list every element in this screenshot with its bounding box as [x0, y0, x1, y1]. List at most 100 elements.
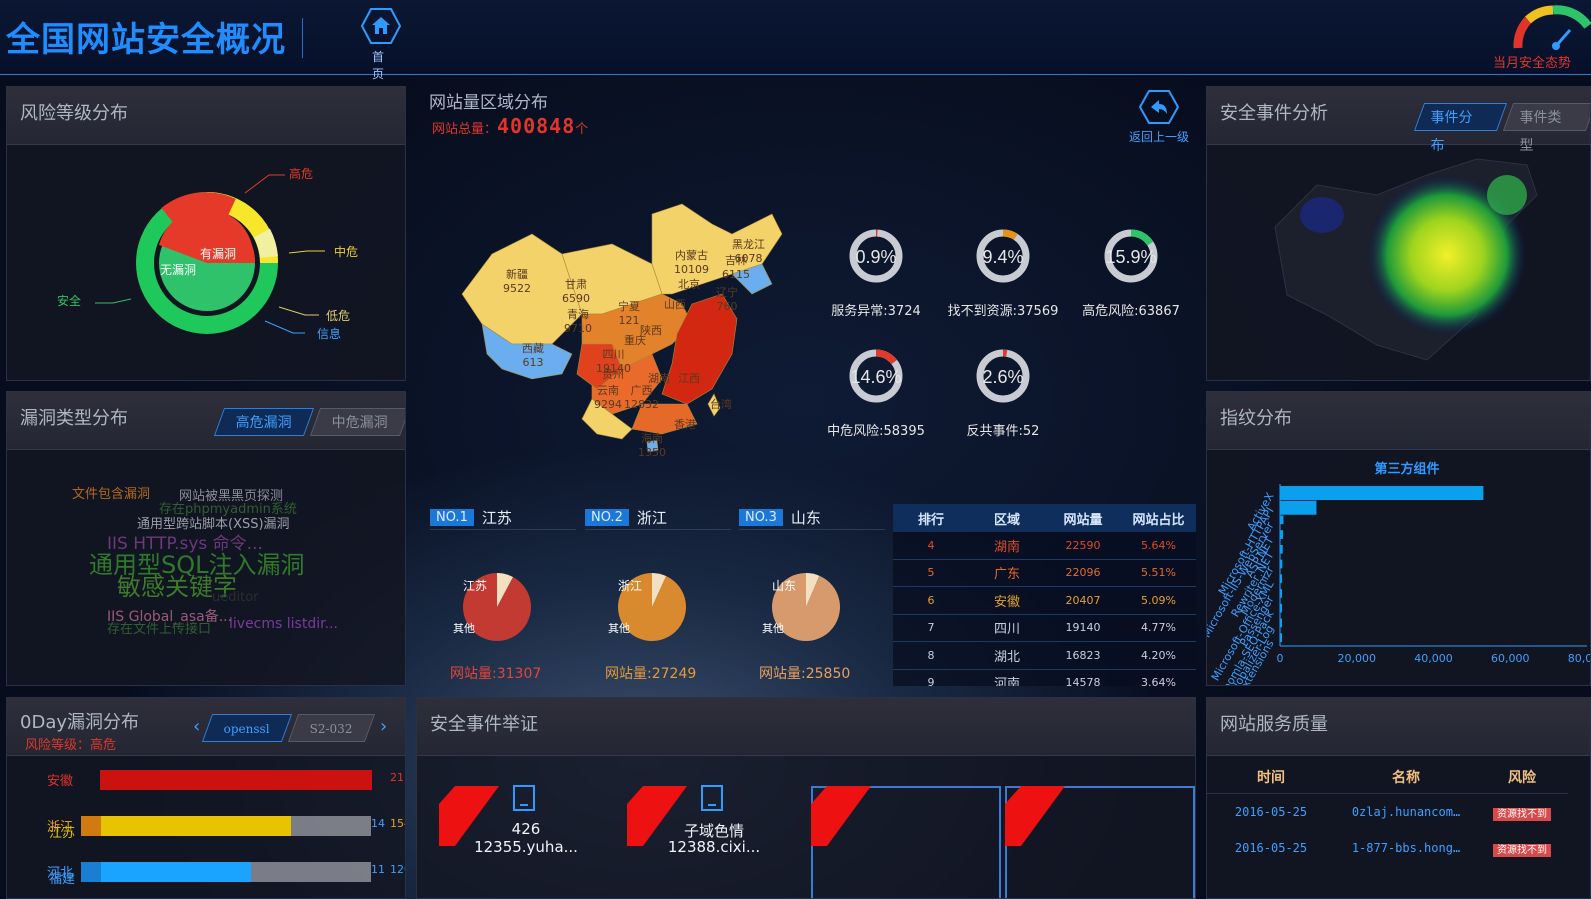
- bar[interactable]: [1280, 603, 1282, 613]
- stat-ring[interactable]: 2.6% 反共事件:52: [943, 344, 1063, 439]
- bar[interactable]: [1280, 486, 1484, 500]
- province-label[interactable]: 辽宁 760: [716, 286, 738, 314]
- tab-event-type[interactable]: 事件类型: [1502, 103, 1590, 154]
- ring-label: 服务异常:3724: [831, 304, 921, 319]
- province-label[interactable]: 西藏 613: [522, 342, 544, 370]
- province-name: 北京: [678, 278, 700, 291]
- tab-high-vuln[interactable]: 高危漏洞: [213, 408, 315, 436]
- label-mid: 中危: [334, 245, 359, 259]
- table-cell: 14578: [1065, 676, 1101, 686]
- table-row[interactable]: 2016-05-25 1-877-bbs.hong… 资源找不到: [1206, 830, 1568, 866]
- evidence-url[interactable]: 12355.yuha...: [461, 838, 591, 856]
- table-cell: 湖北: [993, 649, 1020, 665]
- ring-percent: 0.9%: [855, 247, 896, 267]
- table-row[interactable]: 5 广东 22096 5.51%: [893, 560, 1196, 587]
- bar[interactable]: [1280, 589, 1282, 598]
- province-label[interactable]: 海南 1350: [638, 432, 666, 460]
- gauge-label: 当月安全态势: [1493, 56, 1572, 71]
- province-label[interactable]: 吉林 6115: [722, 254, 750, 282]
- rank-header: NO.2 浙江: [585, 507, 667, 528]
- col-name: 名称: [1392, 769, 1420, 786]
- table-row[interactable]: 6 安徽 20407 5.09%: [893, 587, 1196, 615]
- panel-title: 安全事件分析: [1220, 103, 1328, 124]
- table-row[interactable]: 9 河南 14578 3.64%: [893, 670, 1196, 686]
- province-label[interactable]: 宁夏 121: [618, 300, 640, 328]
- table-cell: 4.20%: [1141, 648, 1176, 662]
- bar-value: 120: [390, 863, 405, 876]
- bar-value-2: 14: [371, 817, 385, 830]
- bar[interactable]: [1280, 574, 1282, 584]
- province-label[interactable]: 贵州: [602, 368, 624, 382]
- stat-ring[interactable]: 15.9% 高危风险:63867: [1071, 224, 1191, 319]
- province-label[interactable]: 云南 9294: [594, 384, 622, 412]
- province-label[interactable]: 甘肃 6590: [562, 278, 590, 306]
- province-label[interactable]: 新疆 9522: [503, 268, 531, 296]
- ring-label: 反共事件:52: [966, 424, 1040, 439]
- province-label[interactable]: 北京: [678, 278, 700, 292]
- province-label[interactable]: 江西: [678, 372, 700, 386]
- tab-s2-032[interactable]: S2-032: [287, 714, 375, 742]
- ring-label: 找不到资源:37569: [947, 304, 1059, 319]
- col-risk: 风险: [1508, 769, 1536, 786]
- label-high: 高危: [289, 167, 314, 181]
- bar-value: 21: [390, 771, 404, 784]
- province-name: 重庆: [624, 334, 646, 347]
- col-share: 网站占比: [1132, 512, 1185, 528]
- prev-arrow-icon[interactable]: ‹: [193, 716, 200, 737]
- province-label[interactable]: 湖南: [648, 372, 670, 386]
- province-label[interactable]: 广西 12832: [624, 384, 659, 412]
- tab-openssl[interactable]: openssl: [201, 714, 292, 742]
- province-label[interactable]: 重庆: [624, 334, 646, 348]
- map-title: 网站量区域分布: [429, 93, 548, 113]
- table-row[interactable]: 2016-05-25 0zlaj.hunancom… 资源找不到: [1206, 794, 1568, 830]
- bar[interactable]: [1280, 500, 1317, 515]
- table-row[interactable]: 8 湖北 16823 4.20%: [893, 642, 1196, 670]
- bar[interactable]: [1280, 559, 1283, 569]
- evidence-url[interactable]: 12388.cixi...: [649, 838, 779, 856]
- bar-value-2: 11: [371, 863, 385, 876]
- site-count: 网站量:25850: [759, 666, 851, 682]
- table-row[interactable]: 4 湖南 22590 5.64%: [893, 532, 1196, 560]
- tab-event-distribution[interactable]: 事件分布: [1413, 103, 1507, 154]
- province-label[interactable]: 内蒙古 10109: [674, 249, 709, 277]
- risk-badge: 资源找不到: [1493, 843, 1551, 857]
- panel-header: 指纹分布: [1207, 392, 1590, 450]
- pie-other-label: 其他: [762, 622, 784, 635]
- next-arrow-icon[interactable]: ›: [380, 716, 387, 737]
- stat-ring[interactable]: 9.4% 找不到资源:37569: [943, 224, 1063, 319]
- bar[interactable]: [1280, 544, 1283, 554]
- rank-badge: NO.1: [430, 509, 474, 526]
- event-tabs: 事件分布 事件类型: [1413, 103, 1590, 154]
- bar[interactable]: [1280, 515, 1284, 525]
- province-label[interactable]: 台湾: [710, 398, 732, 412]
- rank-badge: NO.3: [739, 509, 783, 526]
- province-label[interactable]: 山西: [664, 298, 686, 312]
- word-cloud-term[interactable]: livecms listdir...: [229, 616, 338, 632]
- stat-ring[interactable]: 0.9% 服务异常:3724: [816, 224, 936, 319]
- x-tick-label: 40,000: [1414, 652, 1453, 665]
- word-cloud-term[interactable]: 存在文件上传接口: [107, 618, 211, 637]
- word-cloud-term[interactable]: 文件包含漏洞: [72, 483, 150, 502]
- table-cell: 河南: [993, 677, 1020, 686]
- label-info: 信息: [317, 327, 342, 341]
- tab-mid-vuln[interactable]: 中危漏洞: [309, 408, 405, 436]
- bar[interactable]: [1280, 618, 1282, 628]
- home-button[interactable]: 首 页: [360, 8, 402, 81]
- table-row[interactable]: 7 四川 19140 4.77%: [893, 615, 1196, 642]
- province-name-overlap: 福建: [49, 872, 76, 887]
- evidence-panel: 安全事件举证 426 12355.yuha... 子域色情 12388.cixi...: [416, 697, 1196, 899]
- bar[interactable]: [1280, 530, 1284, 539]
- back-button[interactable]: 返回上一级: [1124, 90, 1194, 145]
- service-name[interactable]: 0zlaj.hunancom…: [1336, 805, 1476, 819]
- province-label[interactable]: 香港: [674, 418, 696, 432]
- col-sites: 网站量: [1063, 512, 1103, 528]
- bar-value: 154: [390, 817, 405, 830]
- province-value: 12832: [624, 398, 659, 411]
- bar[interactable]: [1280, 633, 1282, 642]
- service-name[interactable]: 1-877-bbs.hong…: [1336, 841, 1476, 855]
- ring-percent: 9.4%: [982, 247, 1023, 267]
- province-label[interactable]: 青海 9710: [564, 308, 592, 336]
- word-cloud-term[interactable]: ueditor: [212, 590, 259, 605]
- stat-ring[interactable]: 14.6% 中危风险:58395: [816, 344, 936, 439]
- ring-chart: 15.9%: [1104, 229, 1158, 283]
